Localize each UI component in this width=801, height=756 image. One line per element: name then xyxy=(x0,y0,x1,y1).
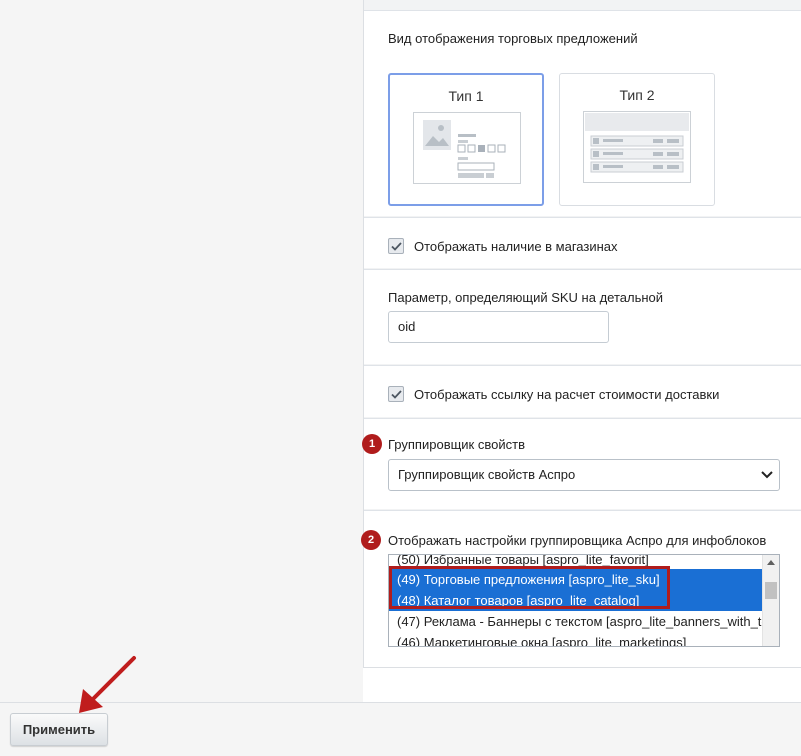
grouper-select[interactable]: Группировщик свойств Аспро xyxy=(388,459,780,491)
view-type-1-tile[interactable]: Тип 1 xyxy=(388,73,544,206)
show-stores-option[interactable]: Отображать наличие в магазинах xyxy=(388,238,618,254)
chevron-down-icon xyxy=(761,471,773,479)
type-1-preview-icon xyxy=(413,112,521,184)
checkmark-icon xyxy=(390,389,402,399)
view-type-1-title: Тип 1 xyxy=(448,88,484,104)
delivery-link-label: Отображать ссылку на расчет стоимости до… xyxy=(414,386,720,402)
sku-param-input[interactable]: oid xyxy=(388,311,609,343)
list-item[interactable]: (46) Маркетинговые окна [aspro_lite_mark… xyxy=(389,632,762,646)
arrow-pointer-icon xyxy=(79,656,136,713)
sku-param-label: Параметр, определяющий SKU на детальной xyxy=(388,290,664,305)
scroll-thumb[interactable] xyxy=(765,582,777,599)
grouper-label: Группировщик свойств xyxy=(388,437,525,452)
step-2-badge: 2 xyxy=(361,530,381,550)
show-stores-checkbox[interactable] xyxy=(388,238,404,254)
offers-view-section: Вид отображения торговых предложений Тип… xyxy=(364,10,801,216)
checkmark-icon xyxy=(390,241,402,251)
delivery-link-section: Отображать ссылку на расчет стоимости до… xyxy=(364,365,801,417)
list-scrollbar[interactable] xyxy=(762,555,779,646)
selected-items-highlight xyxy=(389,566,670,609)
show-stores-label: Отображать наличие в магазинах xyxy=(414,238,618,254)
left-blank-area xyxy=(0,0,363,702)
settings-panel: Вид отображения торговых предложений Тип… xyxy=(361,0,801,668)
delivery-link-checkbox[interactable] xyxy=(388,386,404,402)
show-stores-section: Отображать наличие в магазинах xyxy=(364,217,801,268)
list-item[interactable]: (47) Реклама - Баннеры с текстом [aspro_… xyxy=(389,611,762,632)
grouper-select-value: Группировщик свойств Аспро xyxy=(398,467,576,482)
grouper-iblocks-label: Отображать настройки группировщика Аспро… xyxy=(388,533,767,548)
type-2-preview-icon xyxy=(583,111,691,183)
scroll-up-icon xyxy=(767,560,775,565)
step-1-badge: 1 xyxy=(362,434,382,454)
view-type-2-title: Тип 2 xyxy=(619,87,655,103)
offers-view-label: Вид отображения торговых предложений xyxy=(388,31,638,46)
delivery-link-option[interactable]: Отображать ссылку на расчет стоимости до… xyxy=(388,386,719,402)
view-type-2-tile[interactable]: Тип 2 xyxy=(559,73,715,206)
